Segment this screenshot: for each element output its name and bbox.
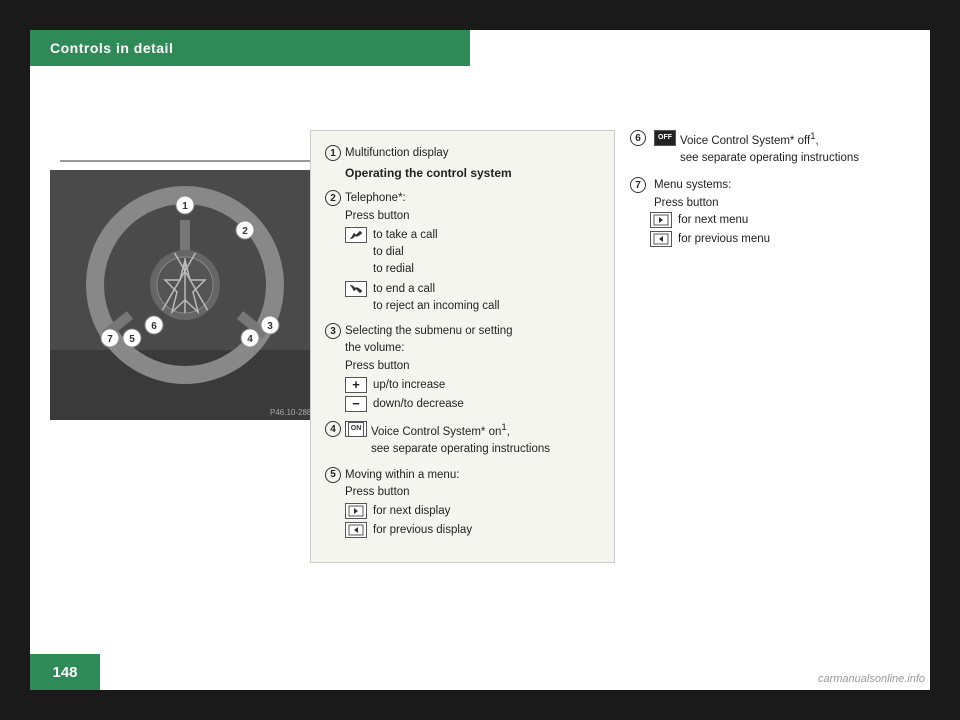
right-item-7: 7 Menu systems:Press button for next men… — [630, 177, 920, 248]
plus-action: up/to increase — [373, 377, 445, 394]
minus-action: down/to decrease — [373, 396, 464, 413]
svg-text:5: 5 — [129, 334, 135, 345]
phone-down-row: to end a call to reject an incoming call — [345, 281, 600, 316]
phone-up-row: to take a call to dial to redial — [345, 227, 600, 279]
prev-menu-row: for previous menu — [650, 231, 920, 248]
header-title: Controls in detail — [50, 40, 173, 56]
instruction-item-5: 5 Moving within a menu:Press button for … — [325, 467, 600, 540]
header-bar: Controls in detail — [30, 30, 470, 66]
voice-on-icon: ON — [345, 421, 367, 437]
svg-text:3: 3 — [267, 321, 273, 332]
instruction-item-4: 4 ON Voice Control System* on1,see separ… — [325, 421, 600, 458]
phone-down-actions: to end a call to reject an incoming call — [373, 281, 500, 316]
steering-wheel-image: 7 5 6 4 3 2 1 P46.10-2882-31 — [50, 170, 320, 420]
phone-up-icon — [345, 227, 367, 243]
next-display-row: for next display — [345, 503, 600, 520]
prev-menu-label: for previous menu — [678, 231, 770, 248]
plus-icon: + — [345, 377, 367, 393]
item7-label: Menu systems:Press button — [654, 177, 731, 212]
plus-row: + up/to increase — [345, 377, 600, 394]
prev-display-label: for previous display — [373, 522, 472, 539]
prev-display-icon — [345, 522, 367, 538]
num-5: 5 — [325, 467, 341, 483]
phone-down-icon — [345, 281, 367, 297]
divider-line — [60, 160, 320, 162]
voice-off-icon: OFF — [654, 130, 676, 146]
right-panel: 6 OFF Voice Control System* off1,see sep… — [630, 130, 920, 258]
next-menu-icon — [650, 212, 672, 228]
next-display-label: for next display — [373, 503, 450, 520]
item7-header: 7 Menu systems:Press button — [630, 177, 920, 212]
item6-text: Voice Control System* off1,see separate … — [680, 130, 859, 167]
item2-label: Telephone*:Press button — [345, 190, 410, 225]
steering-wheel-svg: 7 5 6 4 3 2 1 P46.10-2882-31 — [50, 170, 320, 420]
minus-icon: − — [345, 396, 367, 412]
next-display-icon — [345, 503, 367, 519]
page-number: 148 — [52, 664, 77, 681]
next-menu-label: for next menu — [678, 212, 748, 229]
svg-text:6: 6 — [151, 321, 157, 332]
item6-content: OFF Voice Control System* off1,see separ… — [654, 130, 859, 167]
svg-text:7: 7 — [107, 334, 113, 345]
minus-row: − down/to decrease — [345, 396, 600, 413]
svg-text:4: 4 — [247, 334, 253, 345]
item3-label: Selecting the submenu or settingthe volu… — [345, 323, 513, 375]
right-item-6: 6 OFF Voice Control System* off1,see sep… — [630, 130, 920, 167]
item1-subheader: Operating the control system — [345, 164, 600, 182]
svg-text:1: 1 — [182, 201, 188, 212]
num-3: 3 — [325, 323, 341, 339]
page-number-box: 148 — [30, 654, 100, 690]
num-2: 2 — [325, 190, 341, 206]
item1-label: Multifunction display — [345, 145, 449, 162]
num-6: 6 — [630, 130, 646, 146]
num-4: 4 — [325, 421, 341, 437]
instruction-item-1: 1 Multifunction display Operating the co… — [325, 145, 600, 182]
num-1: 1 — [325, 145, 341, 161]
prev-menu-icon — [650, 231, 672, 247]
item6-header: 6 OFF Voice Control System* off1,see sep… — [630, 130, 920, 167]
item5-label: Moving within a menu:Press button — [345, 467, 459, 502]
phone-up-actions: to take a call to dial to redial — [373, 227, 438, 279]
watermark: carmanualsonline.info — [818, 673, 925, 685]
item4-text: Voice Control System* on1,see separate o… — [371, 421, 550, 458]
instructions-box: 1 Multifunction display Operating the co… — [310, 130, 615, 563]
svg-text:2: 2 — [242, 226, 248, 237]
instruction-item-3: 3 Selecting the submenu or settingthe vo… — [325, 323, 600, 413]
item4-content: ON Voice Control System* on1,see separat… — [345, 421, 550, 458]
num-7: 7 — [630, 177, 646, 193]
instruction-item-2: 2 Telephone*:Press button to take a call… — [325, 190, 600, 315]
prev-display-row: for previous display — [345, 522, 600, 539]
next-menu-row: for next menu — [650, 212, 920, 229]
